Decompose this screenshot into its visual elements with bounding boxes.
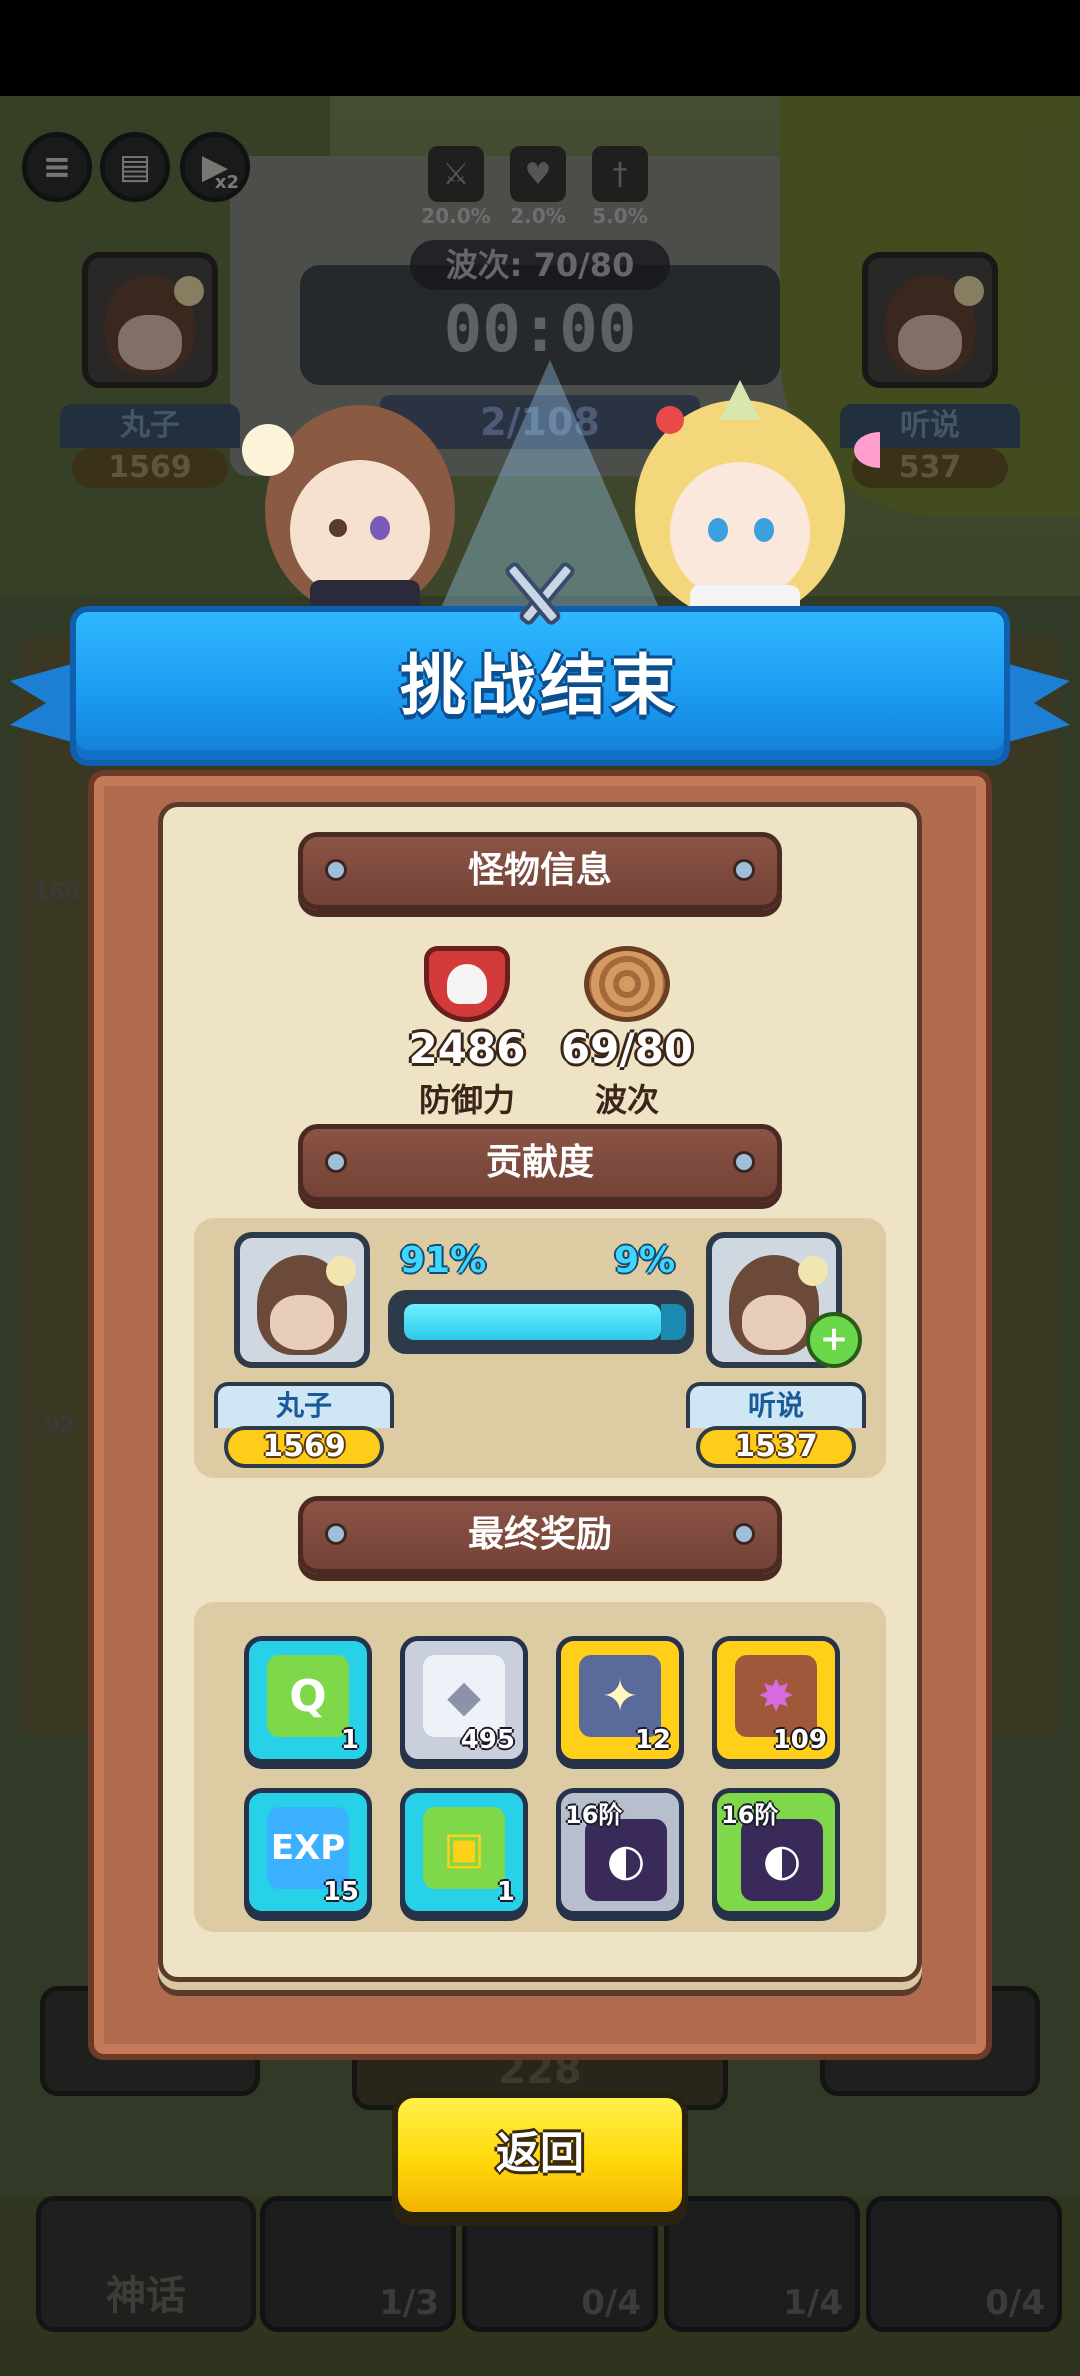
contributor-right-plate: 听说 1537 — [686, 1382, 866, 1468]
reward-item[interactable]: ✸ 109 — [712, 1636, 840, 1764]
defense-label: 防御力 — [418, 1081, 515, 1119]
contributor-name: 丸子 — [214, 1382, 394, 1428]
flower-icon — [242, 424, 294, 476]
contribution-left-percent: 91% — [400, 1240, 487, 1281]
reward-item[interactable]: EXP 15 — [244, 1788, 372, 1916]
dark-hood-green-icon: ◐ — [741, 1819, 823, 1901]
skull-shield-icon — [424, 946, 510, 1022]
reward-item[interactable]: ▣ 1 — [400, 1788, 528, 1916]
rivet-icon — [733, 1523, 755, 1545]
reward-tier: 16阶 — [721, 1801, 779, 1829]
reward-item[interactable]: ✦ 12 — [556, 1636, 684, 1764]
rewards-header: 最终奖励 — [298, 1496, 782, 1574]
reward-item[interactable]: ◐ 16阶 — [712, 1788, 840, 1916]
section-title: 怪物信息 — [467, 850, 612, 891]
crossed-swords-icon — [505, 562, 575, 625]
reward-qty: 1 — [496, 1877, 515, 1907]
rivet-icon — [325, 1523, 347, 1545]
monster-info-header: 怪物信息 — [298, 832, 782, 910]
rivet-icon — [733, 859, 755, 881]
contribution-bar-rest — [661, 1304, 686, 1340]
flower-icon — [798, 1256, 828, 1286]
reward-qty: 15 — [322, 1877, 359, 1907]
green-ticket-icon: Q — [267, 1655, 349, 1737]
status-bar — [0, 0, 1080, 96]
add-friend-button[interactable]: + — [806, 1312, 862, 1368]
rivet-icon — [325, 1151, 347, 1173]
reward-item[interactable]: ◐ 16阶 — [556, 1788, 684, 1916]
defense-value: 2486 — [408, 1024, 526, 1073]
contribution-bar-fill — [404, 1304, 661, 1340]
reward-qty: 1 — [340, 1725, 359, 1755]
add-friend-icon: + — [819, 1319, 849, 1359]
contribution-header: 贡献度 — [298, 1124, 782, 1202]
contributor-left-plate: 丸子 1569 — [214, 1382, 394, 1468]
hero-right-face — [670, 462, 810, 602]
back-button[interactable]: 返回 — [392, 2092, 688, 2218]
contributor-score: 1537 — [696, 1426, 856, 1468]
section-title: 最终奖励 — [467, 1514, 612, 1555]
reward-qty: 495 — [460, 1725, 515, 1755]
hero-left-face — [290, 460, 430, 600]
reward-item[interactable]: Q 1 — [244, 1636, 372, 1764]
swirl-icon — [584, 946, 670, 1022]
rivet-icon — [325, 859, 347, 881]
rivet-icon — [733, 1151, 755, 1173]
contributor-name: 听说 — [686, 1382, 866, 1428]
contribution-bar — [388, 1290, 694, 1354]
butterfly-icon — [854, 432, 880, 468]
flower-icon — [326, 1256, 356, 1286]
contribution-right-percent: 9% — [614, 1240, 676, 1281]
defense-stat: 2486 防御力 — [392, 946, 542, 1121]
wave-value: 69/80 — [560, 1024, 694, 1073]
wave-label: 波次 — [594, 1081, 659, 1119]
game-screen: ≡ ▤ ▶ x2 ⚔ 20.0% ♥ 2.0% † 5.0% 00:00 波次: 70/… — [0, 0, 1080, 2376]
reward-qty: 12 — [634, 1725, 671, 1755]
green-card-icon: ▣ — [423, 1807, 505, 1889]
reward-qty: 109 — [772, 1725, 827, 1755]
contributor-score: 1569 — [224, 1426, 384, 1468]
section-title: 贡献度 — [485, 1142, 594, 1183]
reward-item[interactable]: ◆ 495 — [400, 1636, 528, 1764]
contributor-left-avatar[interactable] — [234, 1232, 370, 1368]
crown-icon — [720, 380, 760, 420]
dark-hood-icon: ◐ — [585, 1819, 667, 1901]
wave-stat: 69/80 波次 — [552, 946, 702, 1121]
reward-tier: 16阶 — [565, 1801, 623, 1829]
